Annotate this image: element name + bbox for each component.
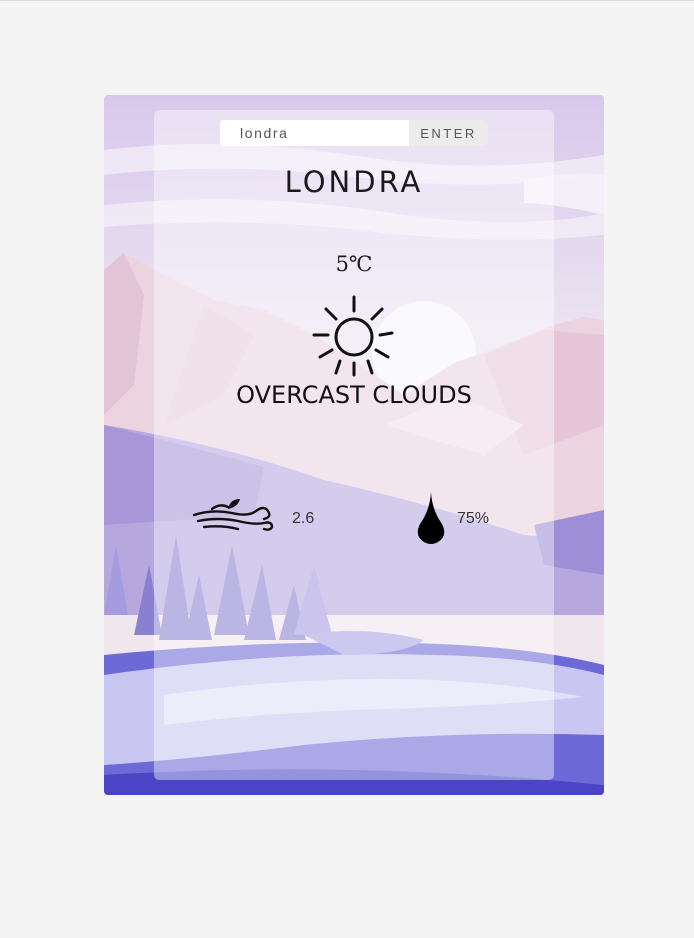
weather-card: ENTER LONDRA 5℃ OVERCAST CLOUDS [104,95,604,795]
city-name: LONDRA [284,165,424,199]
sun-icon [312,295,394,377]
temperature: 5℃ [335,252,373,276]
enter-button[interactable]: ENTER [409,120,488,146]
weather-panel: ENTER LONDRA 5℃ OVERCAST CLOUDS [154,110,554,780]
page-top-border [0,0,694,1]
humidity: 75% [457,510,490,527]
wind-speed: 2.6 [292,510,315,527]
water-drop-icon [417,492,445,544]
city-search-input[interactable] [220,120,409,146]
wind-icon [192,499,274,531]
search-bar: ENTER [220,120,488,146]
weather-description: OVERCAST CLOUDS [236,381,472,409]
